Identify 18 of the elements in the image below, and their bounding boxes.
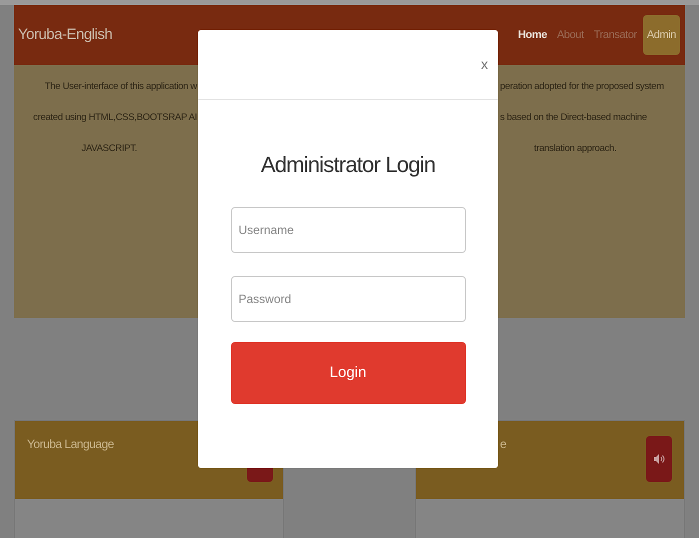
speaker-button[interactable] [646,436,672,482]
login-button[interactable]: Login [230,342,466,404]
close-button[interactable]: x [481,54,488,75]
intro-text: created using HTML,CSS,BOOTSRAP AI [33,111,197,125]
intro-text: peration adopted for the proposed system [500,80,664,94]
intro-text: JAVASCRIPT. [82,142,137,156]
input-field[interactable]: Password [230,276,466,322]
card-title: Yoruba Language [27,436,114,453]
intro-text: The User-interface of this application w [44,80,197,94]
modal-title: Administrator Login [260,151,436,179]
brand[interactable]: Yoruba-English [18,24,112,46]
intro-text: translation approach. [534,142,616,156]
intro-text: s based on the Direct-based machine [500,111,647,125]
nav-link[interactable]: Admin [642,14,680,56]
nav-link[interactable]: Home [514,14,551,56]
speaker-icon [653,453,665,465]
input-field[interactable]: Username [230,207,466,253]
card-title: e [500,436,506,453]
